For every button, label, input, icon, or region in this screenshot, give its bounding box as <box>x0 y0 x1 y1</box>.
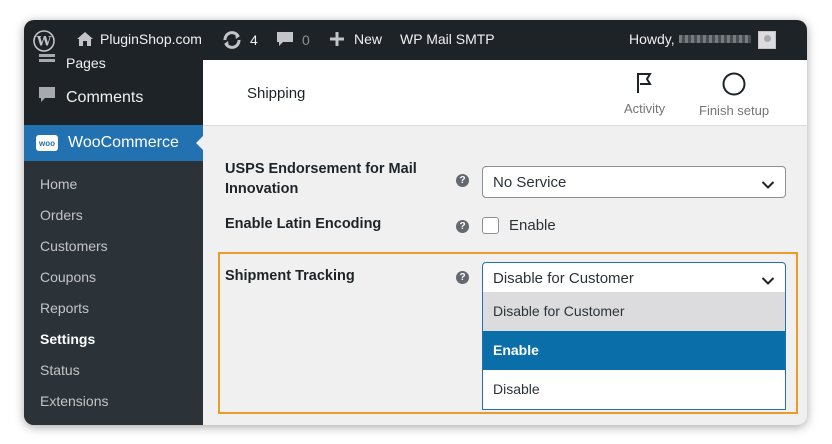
admin-bar: W PluginShop.com 4 0 New WP Mail SMTP Ho… <box>24 20 807 60</box>
shipment-tracking-label: Shipment Tracking <box>225 268 355 284</box>
submenu-item-coupons[interactable]: Coupons <box>24 262 203 293</box>
howdy-label: Howdy, <box>629 31 675 47</box>
svg-text:W: W <box>36 35 52 50</box>
option-disable-for-customer[interactable]: Disable for Customer <box>483 292 785 331</box>
finish-setup-label: Finish setup <box>699 103 770 118</box>
updates-count: 4 <box>250 32 258 48</box>
woocommerce-icon: woo <box>36 135 58 151</box>
submenu-item-status[interactable]: Status <box>24 355 203 386</box>
option-disable[interactable]: Disable <box>483 370 785 409</box>
sidebar-item-label: Pages <box>66 54 106 71</box>
new-label: New <box>354 31 383 47</box>
shipment-tracking-options: Disable for Customer Enable Disable <box>482 292 786 410</box>
sidebar-item-woocommerce[interactable]: woo WooCommerce <box>24 125 204 161</box>
comments-count: 0 <box>302 31 310 48</box>
updates-icon <box>222 31 242 49</box>
activity-button[interactable]: Activity <box>624 72 665 116</box>
wordpress-logo-icon[interactable]: W <box>33 30 55 52</box>
usps-endorsement-select[interactable]: No Service <box>482 166 786 198</box>
chevron-down-icon <box>761 177 775 194</box>
option-enable[interactable]: Enable <box>483 331 785 370</box>
woocommerce-submenu: Home Orders Customers Coupons Reports Se… <box>24 161 203 425</box>
submenu-item-orders[interactable]: Orders <box>24 200 203 231</box>
page-header: Shipping Activity Finish setup <box>203 60 807 126</box>
sidebar-item-label: Comments <box>66 88 144 106</box>
shipping-settings-form: USPS Endorsement for Mail Innovation ? N… <box>203 126 807 425</box>
flag-icon <box>635 72 655 101</box>
pages-icon <box>38 54 56 71</box>
avatar[interactable] <box>758 31 776 49</box>
submenu-item-reports[interactable]: Reports <box>24 293 203 324</box>
comments-link[interactable]: 0 <box>276 31 310 48</box>
help-icon[interactable]: ? <box>456 220 469 233</box>
sidebar-item-label: WooCommerce <box>68 134 179 151</box>
usps-endorsement-label: USPS Endorsement for Mail Innovation <box>225 161 417 197</box>
latin-encoding-checkbox-label[interactable]: Enable <box>509 217 556 234</box>
site-name-link[interactable]: PluginShop.com <box>76 31 202 47</box>
sidebar-item-comments[interactable]: Comments <box>38 86 143 109</box>
submenu-item-extensions[interactable]: Extensions <box>24 386 203 417</box>
new-content-link[interactable]: New <box>330 31 382 47</box>
submenu-item-home[interactable]: Home <box>24 169 203 200</box>
wp-mail-smtp-link[interactable]: WP Mail SMTP <box>400 31 495 47</box>
latin-encoding-checkbox[interactable] <box>482 217 499 234</box>
finish-setup-button[interactable]: Finish setup <box>699 72 769 118</box>
comment-bubble-icon <box>276 31 294 48</box>
sidebar-item-pages[interactable]: Pages <box>38 54 106 71</box>
updates-link[interactable]: 4 <box>222 31 258 49</box>
comment-bubble-icon <box>38 86 56 109</box>
site-name: PluginShop.com <box>100 31 202 47</box>
admin-sidebar: Pages Comments woo WooCommerce Home Orde… <box>24 54 204 425</box>
home-icon <box>76 31 94 47</box>
shipment-tracking-select[interactable]: Disable for Customer <box>482 262 786 294</box>
chevron-down-icon <box>761 273 775 290</box>
wp-mail-smtp-label: WP Mail SMTP <box>400 31 495 47</box>
help-icon[interactable]: ? <box>456 271 469 284</box>
browser-frame: W PluginShop.com 4 0 New WP Mail SMTP Ho… <box>24 20 807 425</box>
select-value: Disable for Customer <box>493 269 634 287</box>
help-icon[interactable]: ? <box>456 174 469 187</box>
plus-icon <box>330 32 344 46</box>
select-value: No Service <box>493 173 567 191</box>
activity-label: Activity <box>624 101 666 116</box>
redacted-username <box>678 35 751 43</box>
latin-encoding-label: Enable Latin Encoding <box>225 216 382 232</box>
account-link[interactable]: Howdy, <box>629 31 751 47</box>
progress-circle-icon <box>722 72 746 103</box>
submenu-item-settings[interactable]: Settings <box>24 324 203 355</box>
page-title: Shipping <box>247 85 306 102</box>
submenu-item-customers[interactable]: Customers <box>24 231 203 262</box>
